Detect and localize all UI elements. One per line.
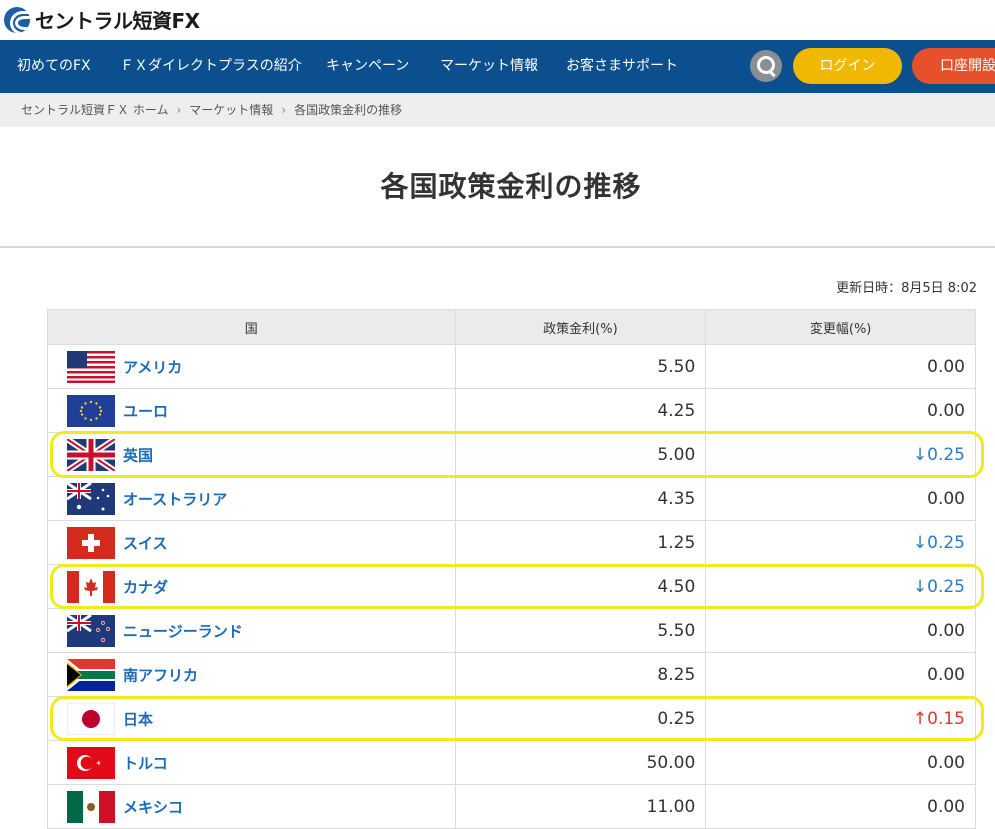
table-row: ニュージーランド 5.50 0.00	[47, 608, 976, 653]
change-cell: 0.00	[705, 476, 976, 521]
change-cell: ↓0.25	[705, 564, 976, 609]
country-link[interactable]: トルコ	[123, 754, 168, 772]
country-link[interactable]: 英国	[123, 446, 153, 464]
table-row: 南アフリカ 8.25 0.00	[47, 652, 976, 697]
table-row: スイス 1.25 ↓0.25	[47, 520, 976, 565]
change-cell: ↓0.25	[705, 520, 976, 565]
country-link[interactable]: ニュージーランド	[123, 622, 243, 640]
rate-cell: 5.50	[454, 608, 707, 653]
table-row: アメリカ 5.50 0.00	[47, 344, 976, 389]
nav-item-beginners[interactable]: 初めてのFX	[17, 40, 91, 93]
breadcrumb-home[interactable]: セントラル短資ＦＸ ホーム	[21, 103, 168, 117]
search-icon[interactable]	[750, 50, 782, 82]
country-link[interactable]: カナダ	[123, 578, 168, 596]
rate-cell: 0.25	[454, 696, 707, 741]
turkey-flag-icon	[67, 746, 115, 779]
country-link[interactable]: 日本	[123, 710, 153, 728]
country-link[interactable]: メキシコ	[123, 798, 183, 816]
rate-cell: 4.35	[454, 476, 707, 521]
nav-item-support[interactable]: お客さまサポート	[566, 40, 678, 93]
logo-text: セントラル短資FX	[35, 9, 200, 33]
rate-cell: 4.25	[454, 388, 707, 433]
rate-cell: 5.50	[454, 344, 707, 389]
change-cell: ↑0.15	[705, 696, 976, 741]
table-row: 英国 5.00 ↓0.25	[47, 432, 976, 477]
switzerland-flag-icon	[67, 526, 115, 559]
country-link[interactable]: オーストラリア	[123, 490, 227, 508]
change-cell: 0.00	[705, 784, 976, 829]
change-cell: 0.00	[705, 740, 976, 785]
new-zealand-flag-icon	[67, 614, 115, 647]
breadcrumb-current: 各国政策金利の推移	[294, 103, 403, 117]
australia-flag-icon	[67, 482, 115, 515]
rate-cell: 5.00	[454, 432, 707, 477]
south-africa-flag-icon	[67, 658, 115, 691]
change-cell: 0.00	[705, 344, 976, 389]
japan-flag-icon	[67, 702, 115, 735]
breadcrumb-market-info[interactable]: マーケット情報	[189, 103, 273, 117]
chevron-right-icon: ›	[176, 103, 182, 117]
rate-cell: 50.00	[454, 740, 707, 785]
uk-flag-icon	[67, 438, 115, 471]
table-header-row: 国 政策金利(%) 変更幅(%)	[47, 309, 976, 345]
table-row: カナダ 4.50 ↓0.25	[47, 564, 976, 609]
updated-timestamp: 更新日時：8月5日 8:02	[836, 281, 977, 296]
open-account-button[interactable]: 口座開設	[912, 48, 995, 84]
mexico-flag-icon	[67, 790, 115, 823]
table-row: トルコ 50.00 0.00	[47, 740, 976, 785]
divider	[0, 246, 995, 248]
nav-item-campaign[interactable]: キャンペーン	[326, 40, 409, 93]
breadcrumb: セントラル短資ＦＸ ホーム › マーケット情報 › 各国政策金利の推移	[0, 93, 995, 127]
table-row: メキシコ 11.00 0.00	[47, 784, 976, 829]
rate-cell: 1.25	[454, 520, 707, 565]
country-link[interactable]: ユーロ	[123, 402, 168, 420]
table-row: オーストラリア 4.35 0.00	[47, 476, 976, 521]
eu-flag-icon	[67, 394, 115, 427]
policy-rate-table: 国 政策金利(%) 変更幅(%) アメリカ 5.50 0.00 ユーロ 4.25…	[47, 309, 976, 829]
site-logo[interactable]: セントラル短資FX	[4, 5, 200, 34]
country-link[interactable]: 南アフリカ	[123, 666, 198, 684]
canada-flag-icon	[67, 570, 115, 603]
nav-item-fx-direct-plus[interactable]: ＦＸダイレクトプラスの紹介	[120, 40, 302, 93]
chevron-right-icon: ›	[281, 103, 287, 117]
column-header-country: 国	[47, 309, 456, 345]
column-header-change: 変更幅(%)	[705, 309, 976, 345]
nav-item-market-info[interactable]: マーケット情報	[440, 40, 538, 93]
country-link[interactable]: アメリカ	[123, 358, 182, 376]
logo-mark-icon	[4, 6, 30, 33]
rate-cell: 4.50	[454, 564, 707, 609]
table-row: 日本 0.25 ↑0.15	[47, 696, 976, 741]
change-cell: 0.00	[705, 652, 976, 697]
change-cell: 0.00	[705, 388, 976, 433]
login-button[interactable]: ログイン	[793, 48, 902, 84]
change-cell: 0.00	[705, 608, 976, 653]
page-title: 各国政策金利の推移	[380, 170, 642, 203]
country-link[interactable]: スイス	[123, 534, 168, 552]
us-flag-icon	[67, 350, 115, 383]
table-row: ユーロ 4.25 0.00	[47, 388, 976, 433]
top-bar: セントラル短資FX	[0, 0, 995, 40]
change-cell: ↓0.25	[705, 432, 976, 477]
rate-cell: 11.00	[454, 784, 707, 829]
column-header-rate: 政策金利(%)	[454, 309, 707, 345]
rate-cell: 8.25	[454, 652, 707, 697]
